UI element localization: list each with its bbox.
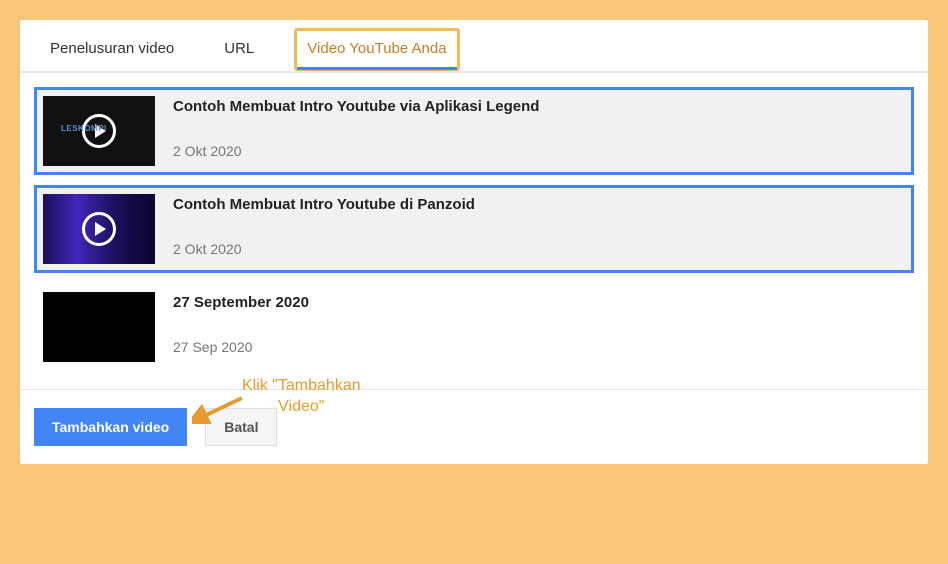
tab-your-videos[interactable]: Video YouTube Anda: [294, 28, 459, 71]
video-list: LESKOMPI Contoh Membuat Intro Youtube vi…: [20, 73, 928, 389]
tab-search[interactable]: Penelusuran video: [40, 28, 184, 71]
dialog-footer: Tambahkan video Batal Klik "TambahkanVid…: [20, 389, 928, 464]
play-icon: [82, 212, 116, 246]
video-picker-dialog: Penelusuran video URL Video YouTube Anda…: [20, 20, 928, 464]
video-title: Contoh Membuat Intro Youtube di Panzoid: [173, 196, 905, 213]
video-item[interactable]: Contoh Membuat Intro Youtube di Panzoid …: [34, 185, 914, 273]
video-meta: 27 September 2020 27 Sep 2020: [173, 292, 905, 355]
video-title: 27 September 2020: [173, 294, 905, 311]
video-item[interactable]: LESKOMPI Contoh Membuat Intro Youtube vi…: [34, 87, 914, 175]
video-date: 2 Okt 2020: [173, 143, 905, 159]
tabs: Penelusuran video URL Video YouTube Anda: [20, 20, 928, 73]
video-meta: Contoh Membuat Intro Youtube via Aplikas…: [173, 96, 905, 159]
tab-url[interactable]: URL: [214, 28, 264, 71]
video-item[interactable]: 27 September 2020 27 Sep 2020: [34, 283, 914, 371]
video-title: Contoh Membuat Intro Youtube via Aplikas…: [173, 98, 905, 115]
video-thumbnail: [43, 194, 155, 264]
video-thumbnail: LESKOMPI: [43, 96, 155, 166]
video-date: 2 Okt 2020: [173, 241, 905, 257]
annotation-label: Klik "TambahkanVideo": [242, 376, 361, 418]
thumb-label: LESKOMPI: [61, 124, 107, 133]
video-date: 27 Sep 2020: [173, 339, 905, 355]
video-meta: Contoh Membuat Intro Youtube di Panzoid …: [173, 194, 905, 257]
video-thumbnail: [43, 292, 155, 362]
add-video-button[interactable]: Tambahkan video: [34, 408, 187, 446]
